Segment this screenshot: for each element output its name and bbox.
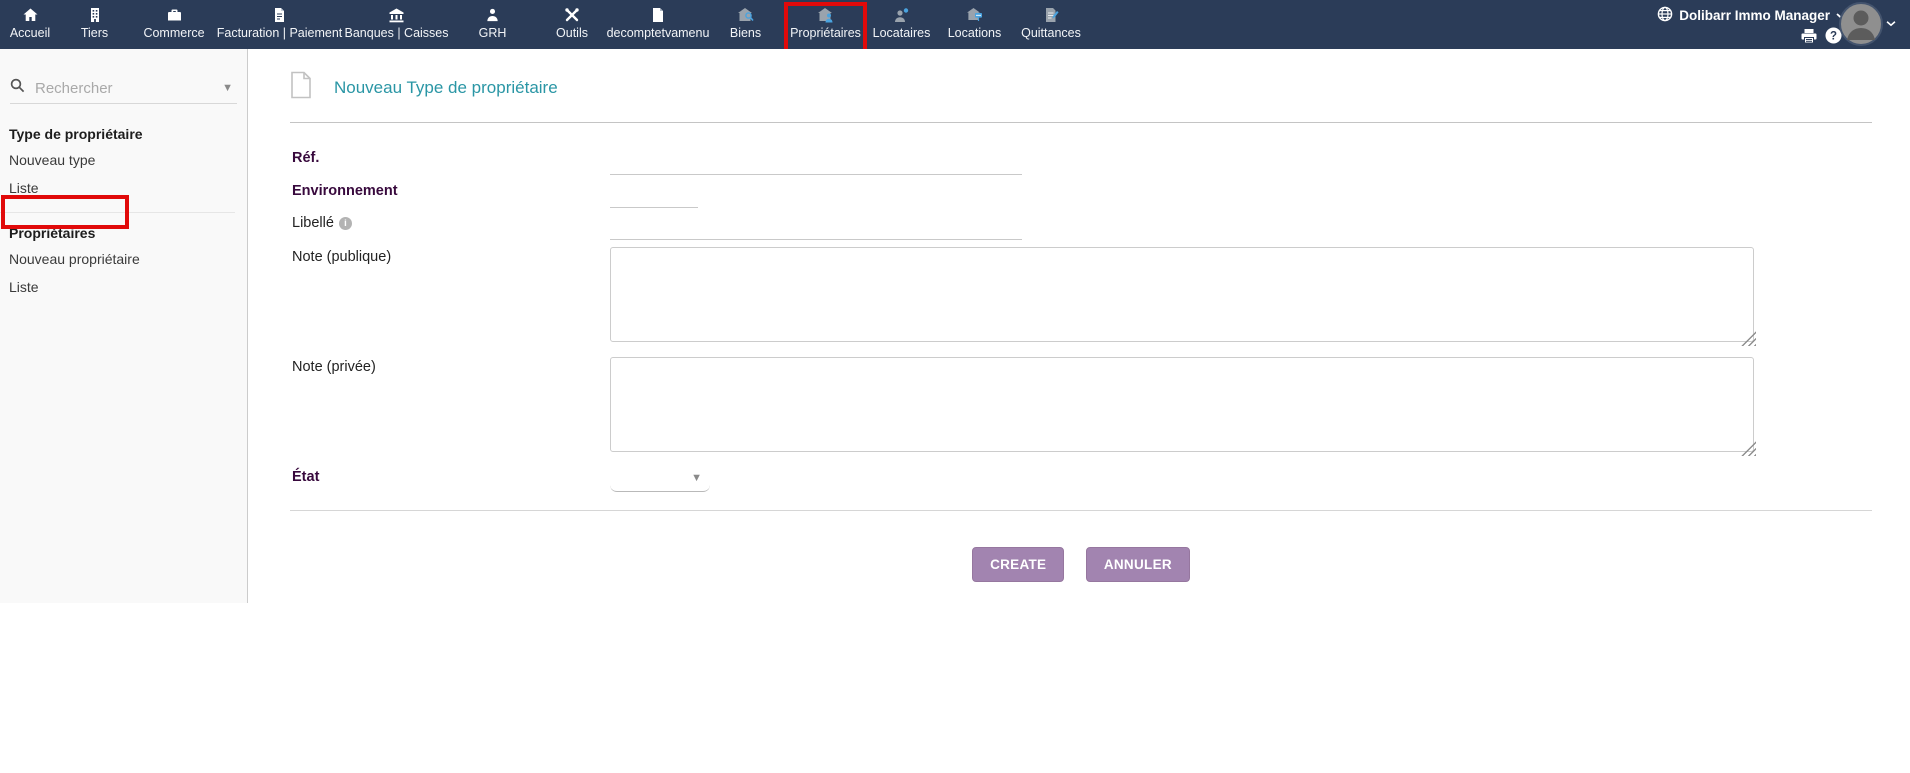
- main-menu-tabs: Accueil Tiers Commerce Facturation | Pai…: [0, 0, 1092, 49]
- sidebar-divider: [0, 212, 235, 213]
- tools-icon: [564, 6, 580, 24]
- rental-icon: [966, 6, 984, 24]
- tab-label: Banques | Caisses: [345, 26, 449, 40]
- sidebar-item-liste-types[interactable]: Liste: [0, 174, 247, 202]
- page-icon: [651, 6, 665, 24]
- globe-icon: [1657, 6, 1673, 25]
- house-owner-icon: [817, 6, 835, 24]
- tab-facturation-paiement[interactable]: Facturation | Paiement: [219, 0, 340, 49]
- user-menu[interactable]: [1839, 2, 1896, 51]
- tab-proprietaires[interactable]: Propriétaires: [787, 0, 864, 49]
- document-icon: [290, 71, 312, 104]
- tab-label: GRH: [479, 26, 507, 40]
- house-search-icon: [737, 6, 755, 24]
- main-content: Nouveau Type de propriétaire Réf. Enviro…: [249, 49, 1910, 773]
- tenant-icon: [893, 6, 910, 24]
- tab-banques-caisses[interactable]: Banques | Caisses: [340, 0, 453, 49]
- header-divider: [290, 122, 1872, 123]
- section-title: Propriétaires: [0, 225, 247, 245]
- tab-accueil[interactable]: Accueil: [0, 0, 60, 49]
- sidebar-item-liste-proprietaires[interactable]: Liste: [0, 273, 247, 301]
- environnement-label: Environnement: [292, 183, 398, 199]
- note-publique-field: [610, 247, 1754, 342]
- note-publique-textarea[interactable]: [610, 247, 1754, 342]
- tab-label: Propriétaires: [790, 26, 861, 40]
- tab-biens[interactable]: Biens: [704, 0, 787, 49]
- menu-section-type-proprietaire: Type de propriétaire Nouveau type Liste: [0, 126, 247, 202]
- sidebar-item-nouveau-type[interactable]: Nouveau type: [0, 146, 247, 174]
- chevron-down-icon: [1886, 14, 1896, 32]
- sidebar-item-nouveau-proprietaire[interactable]: Nouveau propriétaire: [0, 245, 247, 273]
- section-title: Type de propriétaire: [0, 126, 247, 146]
- tab-label: Facturation | Paiement: [217, 26, 343, 40]
- note-privee-textarea[interactable]: [610, 357, 1754, 452]
- ref-label: Réf.: [292, 150, 319, 166]
- search-dropdown-caret-icon[interactable]: ▼: [218, 82, 237, 94]
- search-icon: [10, 78, 25, 98]
- tab-outils[interactable]: Outils: [532, 0, 612, 49]
- tab-label: Quittances: [1021, 26, 1081, 40]
- tab-quittances[interactable]: Quittances: [1010, 0, 1092, 49]
- navbar-quick-icons: ?: [1800, 27, 1842, 49]
- form-actions: CREATE ANNULER: [290, 547, 1872, 582]
- page-title: Nouveau Type de propriétaire: [334, 78, 558, 98]
- note-privee-label: Note (privée): [292, 359, 376, 375]
- etat-select[interactable]: ▼: [610, 467, 710, 492]
- tab-label: Locataires: [873, 26, 931, 40]
- note-privee-field: [610, 357, 1754, 452]
- top-navbar: Accueil Tiers Commerce Facturation | Pai…: [0, 0, 1910, 49]
- environnement-input[interactable]: [610, 183, 698, 208]
- svg-text:?: ?: [1830, 30, 1837, 42]
- company-name: Dolibarr Immo Manager: [1679, 8, 1830, 23]
- tab-label: Biens: [730, 26, 761, 40]
- left-sidebar: ▼ Type de propriétaire Nouveau type List…: [0, 49, 248, 603]
- tab-locations[interactable]: Locations: [939, 0, 1010, 49]
- info-icon[interactable]: i: [339, 217, 352, 230]
- home-icon: [22, 6, 39, 24]
- invoice-icon: [273, 6, 286, 24]
- etat-label: État: [292, 469, 319, 485]
- tab-decomptetvamenu[interactable]: decomptetvamenu: [612, 0, 704, 49]
- person-icon: [485, 6, 500, 24]
- tab-commerce[interactable]: Commerce: [129, 0, 219, 49]
- tab-tiers[interactable]: Tiers: [60, 0, 129, 49]
- tab-label: Outils: [556, 26, 588, 40]
- create-button[interactable]: CREATE: [972, 547, 1064, 582]
- briefcase-icon: [166, 6, 183, 24]
- tab-label: decomptetvamenu: [607, 26, 710, 40]
- libelle-label: Libelléi: [292, 215, 352, 231]
- cancel-button[interactable]: ANNULER: [1086, 547, 1190, 582]
- sidebar-search: ▼: [10, 73, 237, 104]
- receipt-icon: [1043, 6, 1059, 24]
- avatar: [1839, 2, 1883, 51]
- company-menu[interactable]: Dolibarr Immo Manager: [1657, 6, 1847, 25]
- menu-section-proprietaires: Propriétaires Nouveau propriétaire Liste: [0, 225, 247, 301]
- page-header: Nouveau Type de propriétaire: [290, 71, 558, 104]
- chevron-down-icon: ▼: [691, 472, 702, 484]
- bank-icon: [388, 6, 405, 24]
- tab-grh[interactable]: GRH: [453, 0, 532, 49]
- search-input[interactable]: [33, 79, 207, 98]
- print-icon[interactable]: [1800, 28, 1818, 49]
- form-bottom-divider: [290, 510, 1872, 511]
- tab-label: Commerce: [143, 26, 204, 40]
- building-icon: [88, 6, 102, 24]
- tab-label: Accueil: [10, 26, 50, 40]
- dolibarr-app-window: Accueil Tiers Commerce Facturation | Pai…: [0, 0, 1910, 773]
- libelle-input[interactable]: [610, 215, 1022, 240]
- tab-locataires[interactable]: Locataires: [864, 0, 939, 49]
- ref-input[interactable]: [610, 150, 1022, 175]
- tab-label: Tiers: [81, 26, 108, 40]
- note-publique-label: Note (publique): [292, 249, 391, 265]
- tab-label: Locations: [948, 26, 1002, 40]
